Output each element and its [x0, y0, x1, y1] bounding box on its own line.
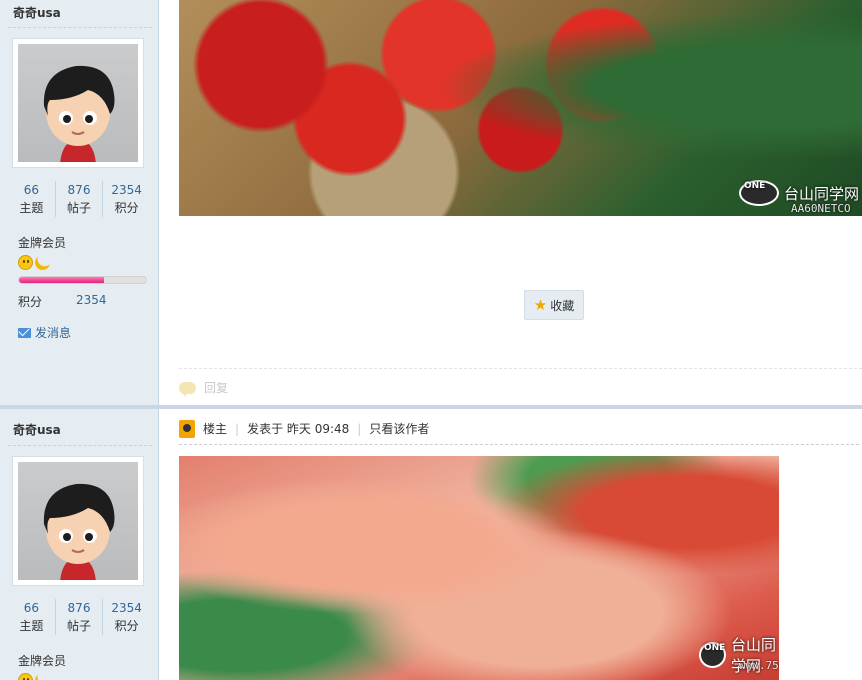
meta-separator: |: [357, 421, 362, 436]
watermark-url: AA60NETCO: [791, 202, 851, 215]
meta-separator: |: [235, 421, 240, 436]
stat-posts[interactable]: 876 帖子: [56, 181, 104, 217]
author-stats: 66 主题 876 帖子 2354 积分: [8, 181, 150, 217]
strawberry-basket-image: 台山同学网 AA60NETCO: [179, 0, 862, 216]
op-label: 楼主: [203, 422, 228, 436]
points-progress-fill: [19, 277, 105, 283]
post-content: 台山同学网 AA60NETCO ★ 收藏 回复: [160, 0, 862, 405]
op-badge-icon: [179, 419, 195, 438]
avatar[interactable]: [12, 456, 144, 586]
points-value[interactable]: 2354: [76, 293, 107, 307]
reply-link[interactable]: 回复: [204, 379, 228, 396]
member-rank: 金牌会员: [18, 236, 67, 250]
points-progress-bar: [18, 276, 147, 284]
favorite-button[interactable]: ★ 收藏: [524, 290, 584, 320]
moon-icon: [32, 252, 52, 272]
rank-icons: [18, 255, 50, 270]
author-username[interactable]: 奇奇usa: [13, 421, 61, 438]
post-content: 楼主 | 发表于 昨天 09:48 | 只看该作者 台山同学网 www.75on…: [160, 409, 862, 680]
post-2: 奇奇usa 66 主题 876 帖子 2354 积分 金牌会员 楼主 | 发表于…: [0, 409, 862, 680]
favorite-label: 收藏: [550, 298, 575, 313]
moon-icon: [32, 670, 52, 680]
star-icon: ★: [533, 295, 548, 314]
stat-threads[interactable]: 66 主题: [8, 181, 56, 217]
send-message-link[interactable]: 发消息: [18, 324, 71, 341]
stat-points[interactable]: 2354 积分: [103, 181, 150, 217]
watermark-url: www.75one.cn: [739, 659, 779, 672]
member-rank: 金牌会员: [18, 654, 67, 668]
author-sidebar: 奇奇usa 66 主题 8: [0, 409, 159, 680]
divider: [8, 445, 152, 446]
post-1: 奇奇usa 66 主题 876 帖子 2354 积分 金牌会员 积分 2354 …: [0, 0, 862, 405]
smiley-icon: [18, 255, 33, 270]
send-message-label: 发消息: [35, 326, 72, 340]
avatar-image: [43, 65, 115, 162]
reply-row: 回复: [179, 368, 862, 397]
mail-icon: [18, 327, 31, 338]
watermark-logo-icon: [699, 642, 727, 668]
stat-points[interactable]: 2354 积分: [103, 599, 150, 635]
points-label: 积分: [18, 295, 43, 309]
watermark-text: 台山同学网: [784, 184, 860, 203]
strawberry-closeup-image: 台山同学网 www.75one.cn: [179, 456, 779, 680]
avatar-image: [43, 483, 115, 580]
author-sidebar: 奇奇usa 66 主题 8: [0, 0, 159, 405]
post-meta: 楼主 | 发表于 昨天 09:48 | 只看该作者: [179, 419, 859, 445]
only-author-link[interactable]: 只看该作者: [369, 420, 429, 437]
watermark-logo-icon: [739, 180, 779, 206]
post-timestamp: 发表于 昨天 09:48: [247, 422, 350, 436]
rank-icons: [18, 673, 50, 680]
smiley-icon: [18, 673, 33, 680]
stat-threads[interactable]: 66 主题: [8, 599, 56, 635]
stat-posts[interactable]: 876 帖子: [56, 599, 104, 635]
divider: [8, 27, 152, 28]
author-stats: 66 主题 876 帖子 2354 积分: [8, 599, 150, 635]
points-row: 积分 2354: [18, 293, 138, 310]
reply-bubble-icon: [179, 381, 196, 397]
avatar[interactable]: [12, 38, 144, 168]
author-username[interactable]: 奇奇usa: [13, 4, 61, 21]
